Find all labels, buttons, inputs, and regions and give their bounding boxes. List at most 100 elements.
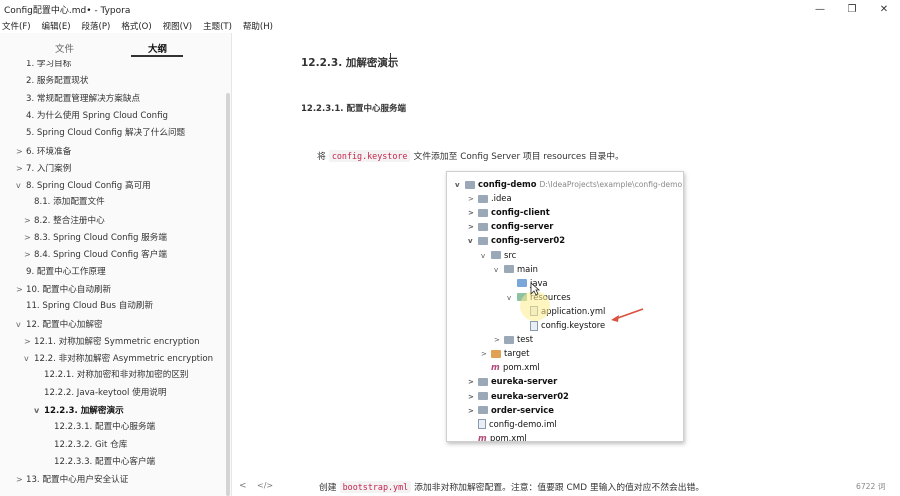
outline-item[interactable]: >13. 配置中心用户安全认证 bbox=[16, 472, 128, 487]
toggle-sidebar-icon[interactable]: < bbox=[239, 481, 247, 491]
tree-node[interactable]: > config-server bbox=[468, 219, 553, 233]
tab-outline[interactable]: 大纲 bbox=[148, 41, 167, 55]
outline-item[interactable]: >12.1. 对称加解密 Symmetric encryption bbox=[24, 334, 200, 349]
source-mode-icon[interactable]: </> bbox=[257, 481, 273, 490]
tree-node[interactable]: > .idea bbox=[468, 191, 512, 205]
subsection-heading[interactable]: 12.2.3.1. 配置中心服务端 bbox=[301, 102, 406, 114]
menu-paragraph[interactable]: 段落(P) bbox=[82, 20, 111, 32]
inline-code-bootstrap: bootstrap.yml bbox=[339, 481, 412, 493]
expand-right-icon[interactable]: > bbox=[468, 206, 478, 220]
tree-node-label: config-demo bbox=[478, 179, 537, 189]
tree-node[interactable]: > eureka-server bbox=[468, 374, 557, 388]
outline-item[interactable]: 8.1. 添加配置文件 bbox=[24, 195, 105, 210]
outline-twisty-icon[interactable]: > bbox=[16, 282, 26, 297]
window-title: Config配置中心.md• - Typora bbox=[4, 6, 131, 16]
paragraph-bootstrap[interactable]: 创建 bootstrap.yml 添加非对称加解密配置。注意：值要跟 CMD 里输入… bbox=[319, 480, 704, 493]
outline-item[interactable]: 12.2.3.3. 配置中心客户端 bbox=[44, 455, 155, 470]
outline-item[interactable]: >8.3. Spring Cloud Config 服务端 bbox=[24, 230, 167, 245]
outline-twisty-icon[interactable]: v bbox=[16, 178, 26, 193]
outline-item[interactable]: 9. 配置中心工作原理 bbox=[16, 265, 106, 280]
expand-down-icon[interactable]: v bbox=[455, 178, 465, 192]
expand-down-icon[interactable]: v bbox=[494, 263, 504, 277]
tree-node-label: main bbox=[517, 263, 538, 274]
outline-item[interactable]: >6. 环境准备 bbox=[16, 144, 71, 159]
expand-down-icon[interactable]: v bbox=[468, 234, 478, 248]
expand-right-icon[interactable]: > bbox=[468, 192, 478, 206]
outline-twisty-icon[interactable]: v bbox=[24, 351, 34, 366]
outline-twisty-icon[interactable]: > bbox=[24, 247, 34, 262]
outline-item[interactable]: 12.2.3.1. 配置中心服务端 bbox=[44, 420, 155, 435]
title-bar: Config配置中心.md• - Typora — ❐ ✕ bbox=[0, 0, 900, 19]
outline-item[interactable]: 12.2.1. 对称加密和非对称加密的区别 bbox=[34, 368, 189, 383]
tab-files[interactable]: 文件 bbox=[55, 41, 74, 55]
tree-node[interactable]: > test bbox=[494, 332, 533, 346]
sidebar-scrollbar[interactable] bbox=[226, 93, 230, 496]
tree-node[interactable]: v config-demo D:\IdeaProjects\example\conf… bbox=[455, 177, 682, 191]
outline-item[interactable]: v 12. 配置中心加解密 bbox=[16, 317, 103, 332]
outline-item[interactable]: 5. Spring Cloud Config 解决了什么问题 bbox=[16, 126, 185, 141]
menu-format[interactable]: 格式(O) bbox=[121, 20, 151, 32]
expand-right-icon[interactable]: > bbox=[468, 404, 478, 418]
sidebar: 文件 大纲 1. 学习目标 2. 服务配置现状 3. 常规配置管理解决方案缺点 4. … bbox=[0, 33, 232, 496]
outline-item[interactable]: v 12.2. 非对称加解密 Asymmetric encryption bbox=[24, 351, 213, 366]
tree-node[interactable]: m pom.xml bbox=[468, 431, 527, 441]
tree-node[interactable]: > order-service bbox=[468, 403, 554, 417]
minimize-button[interactable]: — bbox=[804, 0, 836, 19]
expand-right-icon[interactable]: > bbox=[468, 375, 478, 389]
outline-twisty-icon[interactable]: v bbox=[34, 403, 44, 418]
tree-node[interactable]: v main bbox=[494, 262, 538, 276]
outline-twisty-icon[interactable]: > bbox=[16, 472, 26, 487]
tree-node[interactable]: v config-server02 bbox=[468, 233, 565, 247]
outline-twisty-icon[interactable]: > bbox=[16, 161, 26, 176]
tree-node[interactable]: config-demo.iml bbox=[468, 417, 557, 431]
tree-node[interactable]: > eureka-server02 bbox=[468, 389, 569, 403]
menu-edit[interactable]: 编辑(E) bbox=[42, 20, 71, 32]
outline-item[interactable]: >10. 配置中心自动刷新 bbox=[16, 282, 111, 297]
outline-item-label: 12.2.3. 加解密演示 bbox=[44, 406, 124, 416]
tree-node[interactable]: > target bbox=[481, 346, 529, 360]
outline-twisty-icon[interactable]: > bbox=[24, 213, 34, 228]
outline-twisty-icon[interactable]: v bbox=[16, 317, 26, 332]
outline-item[interactable]: >7. 入门案例 bbox=[16, 161, 71, 176]
menu-theme[interactable]: 主题(T) bbox=[203, 20, 232, 32]
outline-item-label: 6. 环境准备 bbox=[26, 146, 72, 157]
outline-item-label: 12.2.1. 对称加密和非对称加密的区别 bbox=[44, 370, 189, 381]
outline-item[interactable]: >8.2. 整合注册中心 bbox=[24, 213, 105, 228]
expand-right-icon[interactable]: > bbox=[494, 333, 504, 347]
section-heading[interactable]: 12.2.3. 加解密演示 bbox=[301, 55, 398, 70]
tree-node[interactable]: m pom.xml bbox=[481, 360, 540, 374]
outline-item-label: 2. 服务配置现状 bbox=[26, 76, 89, 87]
outline-item[interactable]: 1. 学习目标 bbox=[16, 60, 71, 72]
tree-node[interactable]: v src bbox=[481, 248, 516, 262]
expand-right-icon[interactable]: > bbox=[468, 220, 478, 234]
menu-file[interactable]: 文件(F) bbox=[2, 20, 31, 32]
maximize-button[interactable]: ❐ bbox=[836, 0, 868, 19]
module-folder-icon bbox=[465, 180, 475, 189]
outline-item[interactable]: v 12.2.3. 加解密演示 bbox=[34, 403, 124, 418]
tree-node-label: application.yml bbox=[541, 305, 606, 316]
expand-down-icon[interactable]: v bbox=[507, 291, 517, 305]
expand-right-icon[interactable]: > bbox=[468, 390, 478, 404]
menu-help[interactable]: 帮助(H) bbox=[243, 20, 273, 32]
expand-right-icon[interactable]: > bbox=[481, 347, 491, 361]
close-button[interactable]: ✕ bbox=[868, 0, 900, 19]
outline-item[interactable]: >8.4. Spring Cloud Config 客户端 bbox=[24, 247, 167, 262]
outline-item[interactable]: 12.2.3.2. Git 仓库 bbox=[44, 438, 127, 453]
tree-node[interactable]: > config-client bbox=[468, 205, 550, 219]
outline-item[interactable]: 11. Spring Cloud Bus 自动刷新 bbox=[16, 299, 153, 314]
outline-twisty-icon[interactable]: > bbox=[16, 144, 26, 159]
outline-item[interactable]: v 8. Spring Cloud Config 高可用 bbox=[16, 178, 151, 193]
menu-view[interactable]: 视图(V) bbox=[163, 20, 192, 32]
outline-item[interactable]: 3. 常规配置管理解决方案缺点 bbox=[16, 92, 140, 107]
tree-node[interactable]: java bbox=[507, 276, 548, 290]
word-count[interactable]: 6722 词 bbox=[856, 481, 885, 492]
expand-down-icon[interactable]: v bbox=[481, 249, 491, 263]
outline-item[interactable]: 2. 服务配置现状 bbox=[16, 74, 89, 89]
outline-item[interactable]: 4. 为什么使用 Spring Cloud Config bbox=[16, 109, 168, 124]
paragraph-keystore[interactable]: 将 config.keystore 文件添加至 Config Server 项目 r… bbox=[317, 149, 624, 162]
outline-item[interactable]: 12.2.2. Java-keytool 使用说明 bbox=[34, 386, 166, 401]
outline-twisty-icon[interactable]: > bbox=[24, 230, 34, 245]
module-folder-icon bbox=[478, 392, 488, 400]
outline-item-label: 8.2. 整合注册中心 bbox=[34, 215, 105, 226]
outline-twisty-icon[interactable]: > bbox=[24, 334, 34, 349]
